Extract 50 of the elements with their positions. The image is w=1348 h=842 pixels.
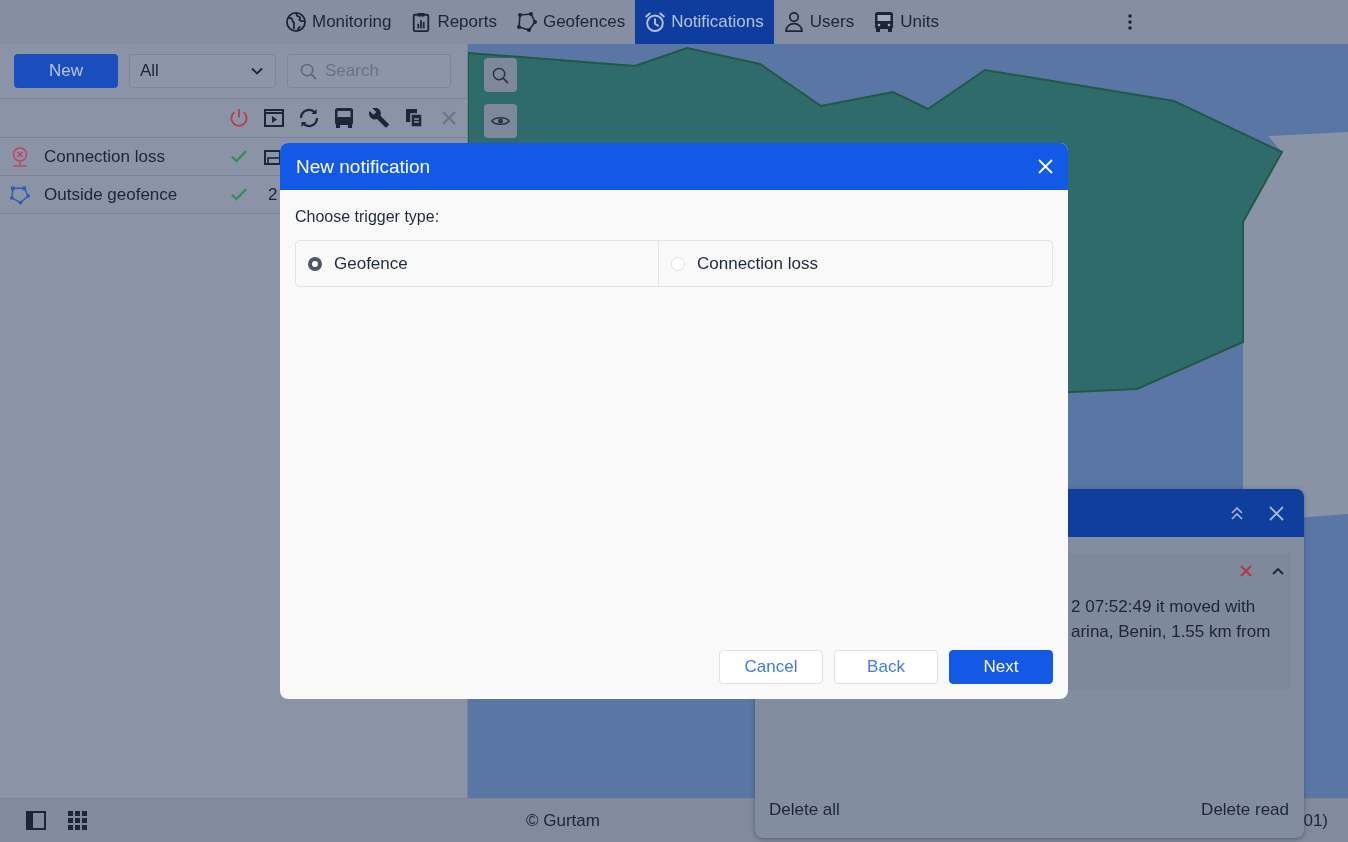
more-menu-icon[interactable] — [1128, 14, 1132, 30]
map-search-button[interactable] — [484, 58, 517, 92]
delete-read-link[interactable]: Delete read — [1201, 800, 1289, 820]
nav-tab[interactable]: Geofences — [506, 0, 636, 44]
double-chevron-up-icon[interactable] — [1231, 506, 1243, 520]
refresh-icon[interactable] — [299, 108, 319, 128]
notification-message: 2 07:52:49 it moved with arina, Benin, 1.55 km from — [1071, 596, 1272, 643]
person-icon — [783, 12, 804, 32]
delete-all-link[interactable]: Delete all — [769, 800, 840, 820]
apps-grid-icon[interactable] — [68, 811, 87, 830]
nav-tab[interactable]: Users — [773, 0, 865, 44]
back-button[interactable]: Back — [834, 650, 938, 684]
eye-icon — [491, 115, 510, 127]
radio-button[interactable] — [308, 256, 322, 271]
chevron-down-icon — [251, 67, 263, 75]
window-icon — [264, 148, 280, 165]
close-icon[interactable] — [1269, 505, 1284, 521]
cancel-button[interactable]: Cancel — [719, 650, 823, 684]
prompt-text: Choose trigger type: — [295, 207, 440, 227]
notification-name[interactable]: Connection loss — [44, 146, 216, 167]
bus-icon — [874, 12, 895, 32]
status-text: 01) — [1303, 810, 1328, 831]
pin-x-icon — [10, 146, 30, 167]
next-button[interactable]: Next — [949, 650, 1053, 684]
filter-dropdown[interactable]: All — [129, 54, 276, 88]
bus-icon[interactable] — [334, 108, 354, 128]
search-icon — [492, 66, 509, 84]
nav-tab[interactable]: Monitoring — [276, 0, 402, 44]
polygon-icon — [10, 184, 30, 205]
search-icon — [300, 63, 317, 80]
copy-icon[interactable] — [404, 108, 424, 128]
polygon-icon — [516, 12, 537, 32]
globe-icon — [286, 12, 306, 32]
clipboard-chart-icon — [411, 12, 432, 32]
copyright-text: © Gurtam — [526, 810, 600, 831]
trigger-option[interactable]: Geofence — [296, 241, 658, 286]
nav-tab[interactable]: Reports — [401, 0, 507, 44]
nav-tab[interactable]: Notifications — [635, 0, 774, 44]
trigger-option[interactable]: Connection loss — [658, 241, 1052, 286]
new-button[interactable]: New — [14, 54, 118, 88]
wrench-icon[interactable] — [369, 108, 389, 128]
play-window-icon[interactable] — [264, 108, 284, 128]
notification-name[interactable]: Outside geofence — [44, 184, 216, 205]
alarm-clock-icon — [645, 12, 666, 32]
nav-tab[interactable]: Units — [864, 0, 949, 44]
dialog-title: New notification — [296, 155, 431, 178]
chevron-up-icon[interactable] — [1272, 567, 1284, 575]
panel-toggle-icon[interactable] — [26, 811, 46, 830]
unit-count: 2 — [268, 184, 279, 205]
map-visibility-button[interactable] — [484, 104, 517, 138]
